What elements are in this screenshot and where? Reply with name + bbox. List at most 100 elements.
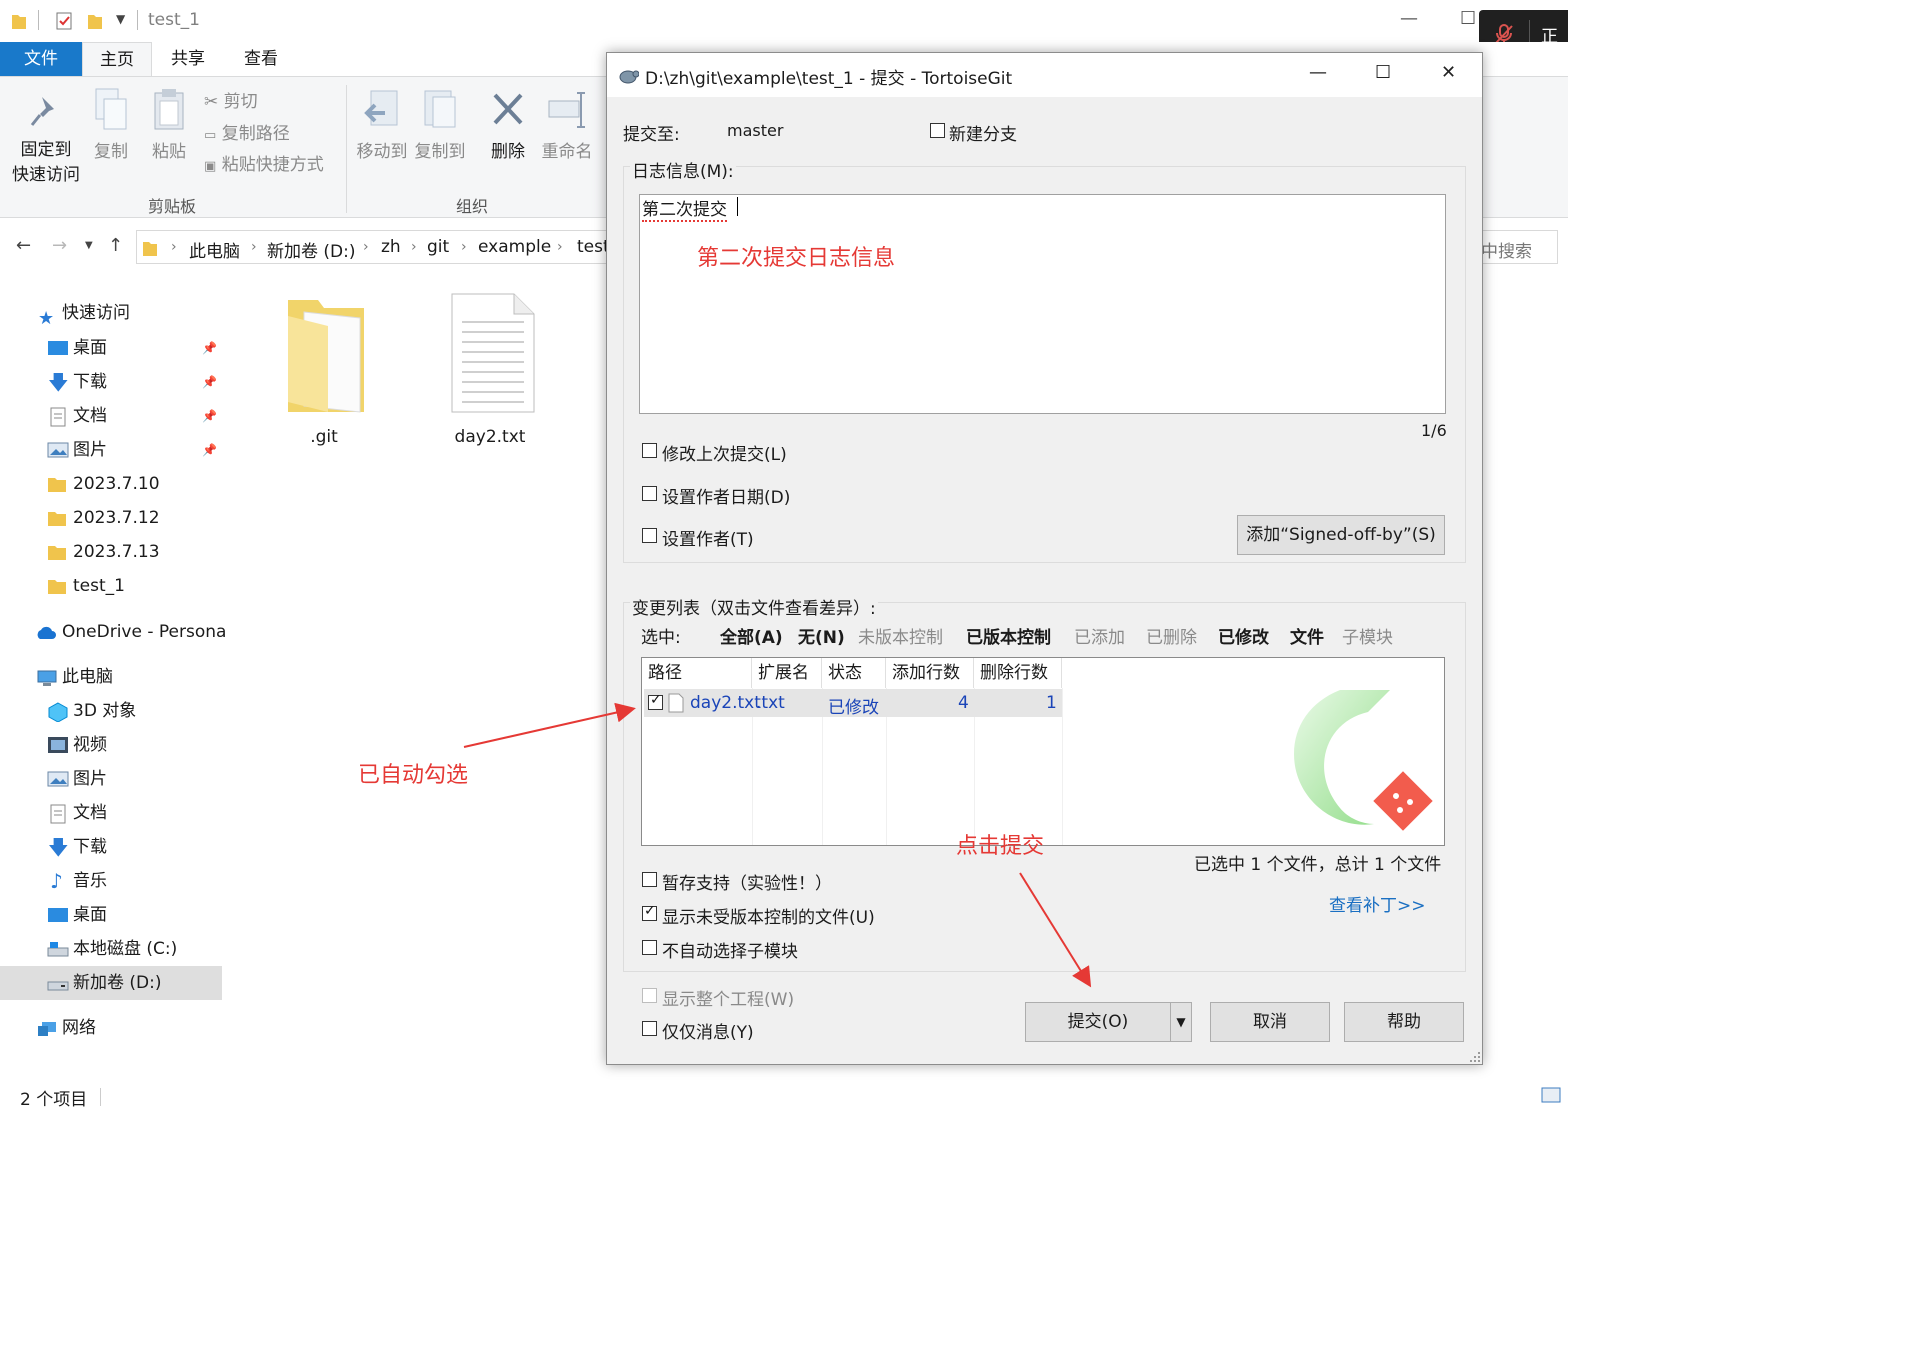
delete-button[interactable]: 删除: [486, 87, 530, 162]
commit-message-input[interactable]: 第二次提交: [639, 194, 1446, 414]
view-patch-link[interactable]: 查看补丁>>: [1329, 891, 1426, 916]
breadcrumb-item[interactable]: test: [577, 237, 610, 257]
filter-link[interactable]: 已删除: [1146, 623, 1197, 648]
nav-item-this-pc[interactable]: 🡇 下载: [0, 830, 222, 864]
pin-quick-access-button[interactable]: 固定到 快速访问: [8, 93, 84, 185]
nav-onedrive[interactable]: OneDrive - Persona: [0, 615, 226, 649]
move-to-button[interactable]: 移动到: [352, 87, 412, 162]
nav-item-this-pc[interactable]: 文档: [0, 796, 222, 830]
help-button[interactable]: 帮助: [1344, 1002, 1464, 1042]
close-button[interactable]: ✕: [1441, 62, 1456, 83]
nav-item-quick[interactable]: 2023.7.12: [0, 501, 225, 535]
paste-shortcut-button[interactable]: ▣ 粘贴快捷方式: [204, 150, 324, 175]
nav-item-this-pc[interactable]: ♪ 音乐: [0, 864, 222, 898]
show-whole-project-checkbox[interactable]: [642, 988, 657, 1003]
column-header[interactable]: 状态: [822, 658, 886, 688]
minimize-button[interactable]: —: [1309, 62, 1327, 83]
paste-button[interactable]: 粘贴: [146, 87, 192, 162]
show-unversioned-checkbox[interactable]: [642, 903, 657, 921]
nav-item-this-pc[interactable]: 新加卷 (D:): [0, 966, 222, 1000]
column-header[interactable]: 扩展名: [752, 658, 822, 688]
filter-link[interactable]: 子模块: [1342, 623, 1393, 648]
tab-file[interactable]: 文件: [0, 42, 82, 76]
qat-dropdown-icon[interactable]: ▼: [116, 12, 125, 26]
set-author-date-checkbox[interactable]: [642, 486, 657, 501]
nav-item-this-pc[interactable]: 视频: [0, 728, 222, 762]
breadcrumb-item[interactable]: 新加卷 (D:): [267, 237, 356, 262]
tab-home[interactable]: 主页: [82, 42, 152, 76]
amend-checkbox[interactable]: [642, 443, 657, 458]
nav-network[interactable]: 网络: [0, 1011, 225, 1045]
nav-label: 2023.7.12: [73, 508, 160, 528]
filter-link[interactable]: 未版本控制: [858, 623, 943, 648]
nav-label: 2023.7.13: [73, 542, 160, 562]
maximize-button[interactable]: ☐: [1460, 8, 1476, 29]
tab-view[interactable]: 查看: [232, 42, 290, 76]
nav-item-this-pc[interactable]: 桌面: [0, 898, 222, 932]
nav-item-quick[interactable]: 桌面 📌: [0, 331, 225, 365]
table-row[interactable]: day2.txt .txt 已修改 4 1: [644, 689, 1062, 718]
nav-item-quick[interactable]: 2023.7.13: [0, 535, 225, 569]
copy-path-button[interactable]: ▭ 复制路径: [204, 119, 290, 144]
properties-icon[interactable]: [55, 11, 73, 31]
no-autoselect-submodules-checkbox[interactable]: [642, 940, 657, 955]
stash-support-checkbox[interactable]: [642, 872, 657, 887]
filter-link[interactable]: 无(N): [798, 623, 845, 648]
file-item-day2[interactable]: day2.txt: [428, 292, 552, 447]
column-header[interactable]: 添加行数: [886, 658, 974, 688]
filter-link[interactable]: 全部(A): [720, 623, 783, 648]
minimize-button[interactable]: —: [1400, 8, 1418, 29]
resize-grip-icon[interactable]: [1469, 1051, 1481, 1063]
breadcrumb[interactable]: › 此电脑 › 新加卷 (D:) › zh › git › example › …: [136, 230, 610, 264]
nav-quick-access[interactable]: ★ 快速访问: [0, 296, 225, 330]
row-checkbox[interactable]: [648, 692, 663, 710]
cut-button[interactable]: ✂ 剪切: [204, 87, 258, 112]
nav-item-quick[interactable]: 文档 📌: [0, 399, 225, 433]
nav-item-this-pc[interactable]: 图片: [0, 762, 222, 796]
signed-off-by-button[interactable]: 添加“Signed-off-by”(S): [1237, 515, 1445, 555]
annotation-log-note: 第二次提交日志信息: [697, 246, 896, 271]
row-status: 已修改: [828, 698, 879, 718]
large-icons-view-icon[interactable]: [1540, 1084, 1562, 1106]
commit-dropdown-button[interactable]: ▼: [1170, 1002, 1192, 1042]
tab-share[interactable]: 共享: [160, 42, 216, 76]
cancel-button[interactable]: 取消: [1210, 1002, 1330, 1042]
filter-link[interactable]: 已版本控制: [966, 623, 1051, 648]
new-folder-icon[interactable]: [86, 11, 104, 31]
back-button[interactable]: ←: [16, 235, 31, 256]
set-author-checkbox[interactable]: [642, 528, 657, 543]
new-branch-checkbox[interactable]: [930, 123, 945, 138]
commit-button[interactable]: 提交(O): [1025, 1002, 1171, 1042]
maximize-button[interactable]: ☐: [1375, 62, 1391, 83]
filter-link[interactable]: 文件: [1290, 623, 1324, 648]
nav-item-quick[interactable]: 2023.7.10: [0, 467, 225, 501]
rename-button[interactable]: 重命名: [538, 87, 596, 162]
forward-button[interactable]: →: [52, 235, 67, 256]
filter-link[interactable]: 已添加: [1074, 623, 1125, 648]
breadcrumb-item[interactable]: git: [427, 237, 449, 257]
row-deleted-lines: 1: [1046, 693, 1057, 713]
nav-item-this-pc[interactable]: 本地磁盘 (C:): [0, 932, 222, 966]
filter-link[interactable]: 已修改: [1218, 623, 1269, 648]
changed-files-list[interactable]: 路径 扩展名 状态 添加行数 删除行数 day2.txt .txt 已修改 4 …: [641, 657, 1445, 846]
breadcrumb-item[interactable]: zh: [381, 237, 401, 257]
pin-icon: 📌: [202, 443, 217, 457]
file-item-git[interactable]: .git: [262, 292, 386, 447]
copy-button[interactable]: 复制: [88, 87, 134, 162]
search-input[interactable]: 中搜索: [1470, 230, 1558, 264]
nav-item-quick[interactable]: 图片 📌: [0, 433, 225, 467]
stash-support-label: 暂存支持（实验性！）: [662, 874, 832, 894]
recent-locations-icon[interactable]: ▼: [85, 240, 93, 251]
breadcrumb-item[interactable]: 此电脑: [189, 237, 240, 262]
nav-item-quick[interactable]: 🡇 下载 📌: [0, 365, 225, 399]
nav-item-quick[interactable]: test_1: [0, 569, 225, 603]
nav-item-this-pc[interactable]: 3D 对象: [0, 694, 222, 728]
breadcrumb-item[interactable]: example: [478, 237, 551, 257]
message-only-checkbox[interactable]: [642, 1021, 657, 1036]
column-header[interactable]: 删除行数: [974, 658, 1062, 688]
column-header[interactable]: 路径: [642, 658, 752, 688]
nav-this-pc[interactable]: 此电脑: [0, 660, 225, 694]
pictures-icon: [47, 771, 69, 787]
copy-to-button[interactable]: 复制到: [410, 87, 470, 162]
up-button[interactable]: ↑: [108, 235, 123, 256]
